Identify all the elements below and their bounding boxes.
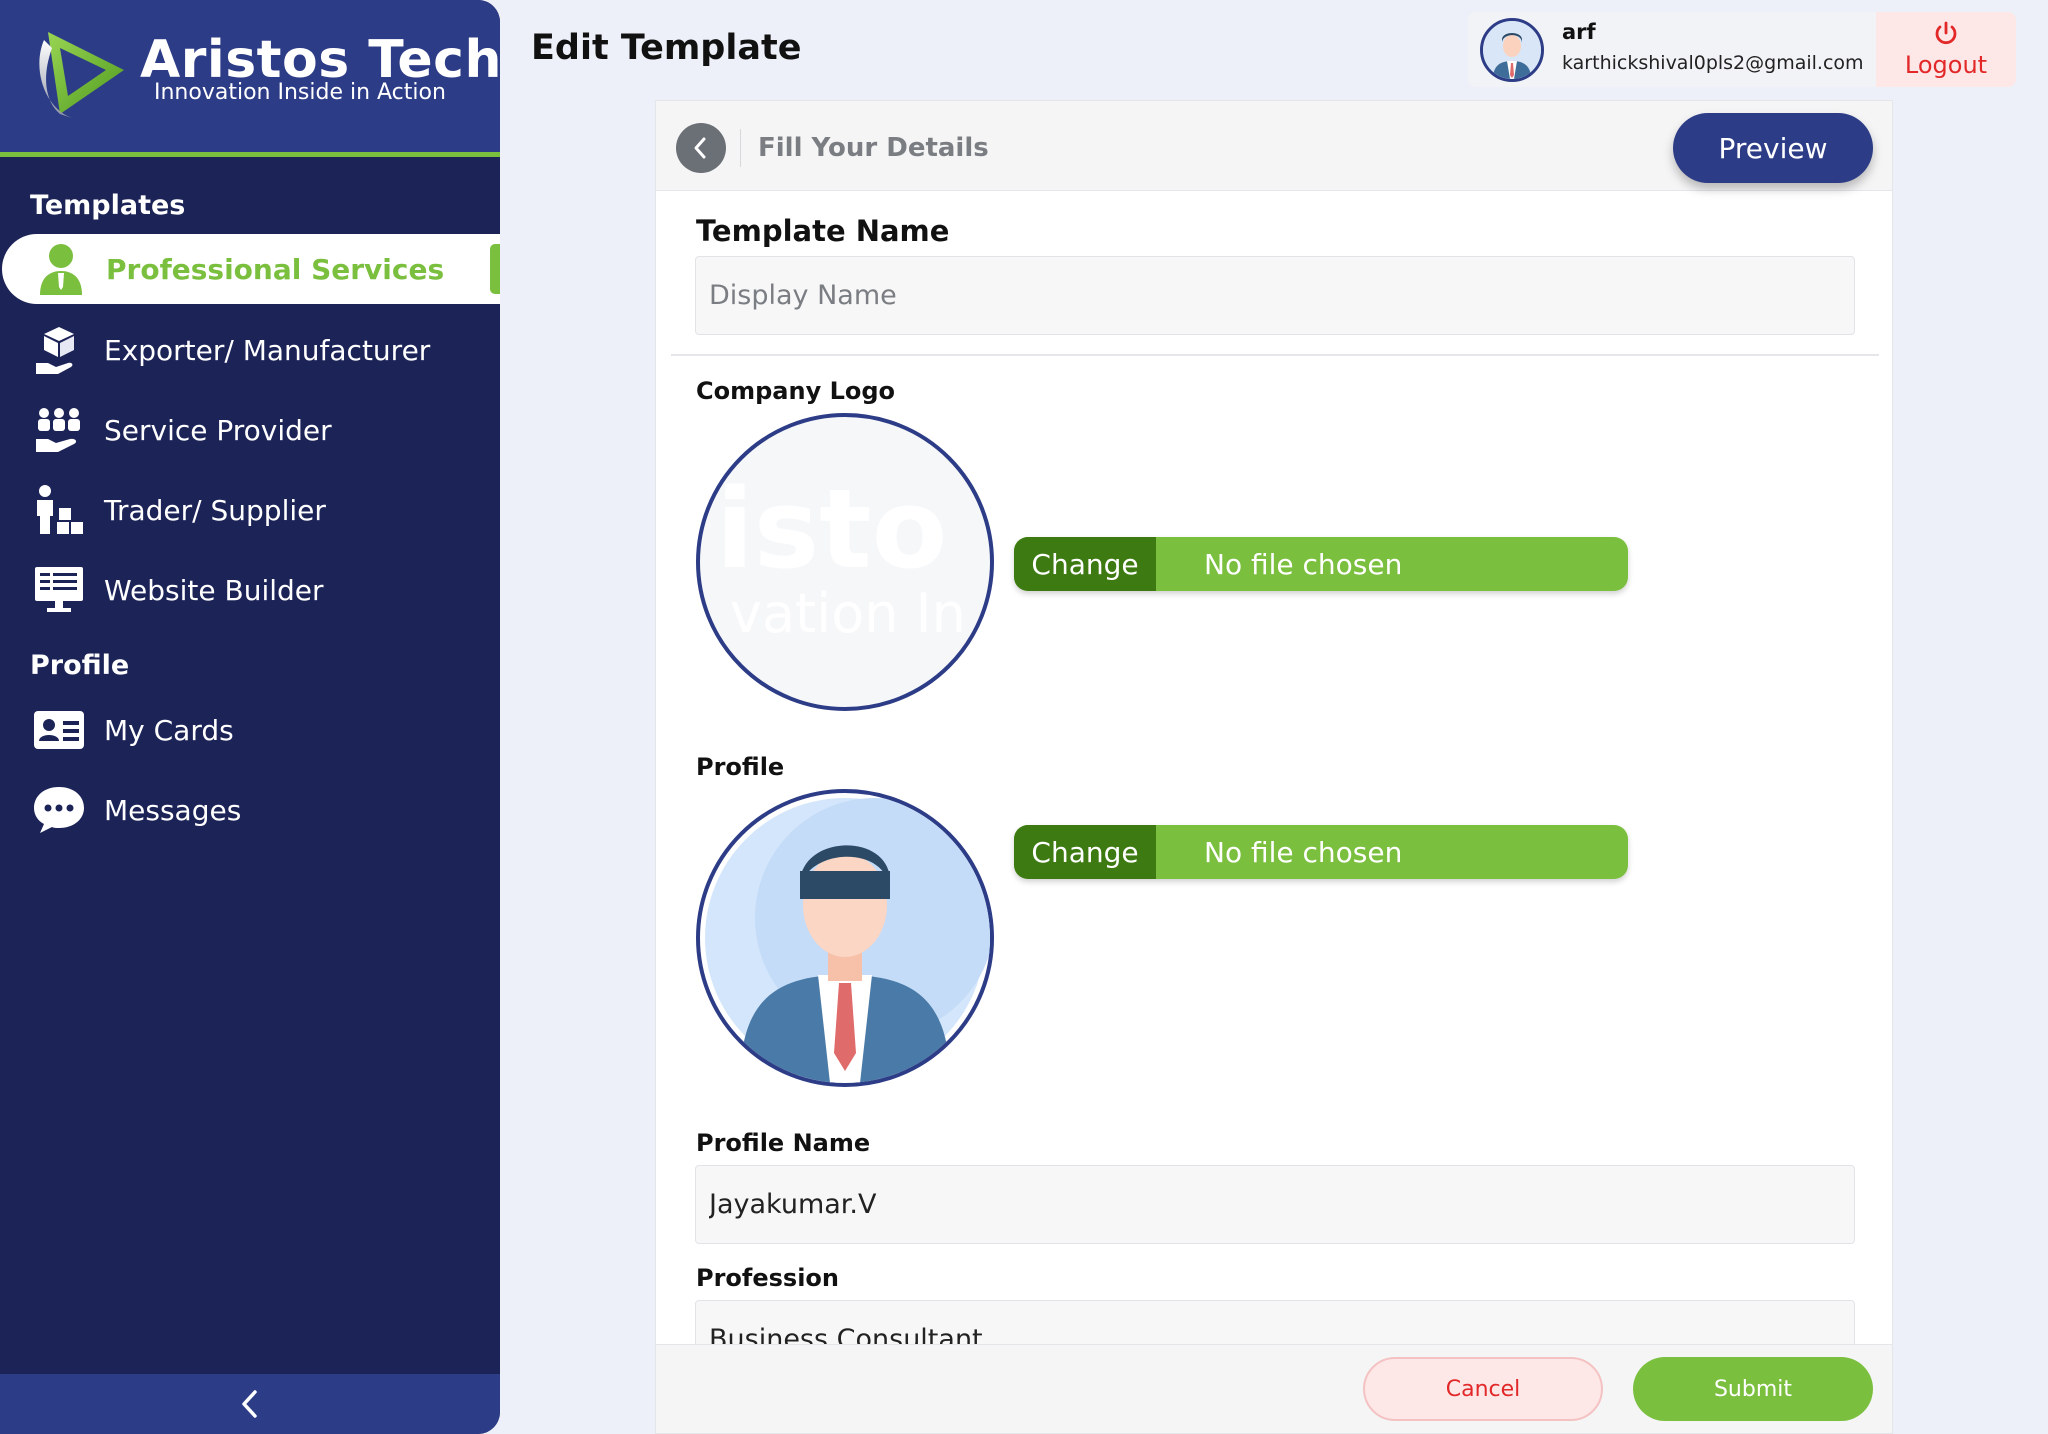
id-card-icon (30, 702, 88, 758)
sidebar-collapse-button[interactable] (0, 1374, 500, 1434)
sidebar-item-label: Website Builder (104, 573, 324, 607)
brand-header: Aristos Tech Innovation Inside in Action (0, 0, 500, 157)
change-file-button[interactable]: Change (1014, 537, 1156, 591)
preview-button[interactable]: Preview (1673, 113, 1873, 183)
user-panel: arf karthickshival0pls2@gmail.com Logout (1468, 12, 2016, 87)
file-status: No file chosen (1204, 547, 1403, 581)
change-file-button[interactable]: Change (1014, 825, 1156, 879)
avatar[interactable] (1480, 18, 1544, 82)
form-footer: Cancel Submit (656, 1344, 1892, 1433)
company-logo-file-input[interactable]: Change No file chosen (1014, 537, 1628, 591)
sidebar-item-trader-supplier[interactable]: Trader/ Supplier (0, 475, 500, 545)
user-email: karthickshival0pls2@gmail.com (1562, 52, 1864, 74)
template-name-label: Template Name (696, 214, 950, 248)
section-divider (671, 354, 1879, 356)
profession-label: Profession (696, 1264, 840, 1292)
file-status: No file chosen (1204, 835, 1403, 869)
sidebar-item-label: Messages (104, 793, 242, 827)
sidebar: Aristos Tech Innovation Inside in Action… (0, 0, 500, 1434)
logout-label: Logout (1904, 50, 1988, 79)
chevron-left-icon (694, 137, 706, 159)
template-name-input[interactable] (695, 256, 1855, 335)
sidebar-item-label: My Cards (104, 713, 234, 747)
sidebar-item-exporter-manufacturer[interactable]: Exporter/ Manufacturer (0, 315, 500, 385)
user-tie-icon (32, 241, 90, 297)
sidebar-item-messages[interactable]: Messages (0, 775, 500, 845)
boxes-hand-icon (30, 322, 88, 378)
cancel-button[interactable]: Cancel (1363, 1357, 1603, 1421)
card-header: Fill Your Details Preview (656, 101, 1892, 191)
company-logo-preview: isto vation In (696, 413, 994, 711)
sidebar-item-website-builder[interactable]: Website Builder (0, 555, 500, 625)
brand-tagline: Innovation Inside in Action (154, 80, 446, 105)
power-icon (1935, 21, 1957, 44)
profile-avatar-image (705, 798, 990, 1083)
chat-bubble-icon (30, 782, 88, 838)
logo-watermark-tagline: vation In (730, 582, 966, 645)
sidebar-item-service-provider[interactable]: Service Provider (0, 395, 500, 465)
logout-button[interactable]: Logout (1876, 12, 2016, 87)
card-title: Fill Your Details (758, 133, 989, 163)
sidebar-item-label: Trader/ Supplier (104, 493, 326, 527)
profile-heading: Profile (30, 650, 130, 681)
templates-heading: Templates (30, 190, 186, 221)
profile-name-input[interactable] (695, 1165, 1855, 1244)
submit-button[interactable]: Submit (1633, 1357, 1873, 1421)
back-button[interactable] (676, 123, 726, 173)
chevron-left-icon (242, 1390, 257, 1418)
monitor-icon (30, 562, 88, 618)
people-hand-icon (30, 402, 88, 458)
profile-image-file-input[interactable]: Change No file chosen (1014, 825, 1628, 879)
user-name: arf (1562, 20, 1596, 44)
brand-logo-icon (39, 32, 124, 118)
active-indicator (490, 244, 500, 294)
profile-image-preview (696, 789, 994, 1087)
trader-boxes-icon (30, 482, 88, 538)
company-logo-label: Company Logo (696, 377, 896, 405)
sidebar-item-label: Service Provider (104, 413, 332, 447)
sidebar-item-professional-services[interactable]: Professional Services (2, 234, 500, 304)
profile-name-label: Profile Name (696, 1129, 871, 1157)
sidebar-item-my-cards[interactable]: My Cards (0, 695, 500, 765)
page-title: Edit Template (531, 28, 802, 68)
logo-watermark: isto (716, 465, 948, 593)
sidebar-item-label: Exporter/ Manufacturer (104, 333, 431, 367)
header-divider (740, 129, 741, 167)
profile-label: Profile (696, 753, 785, 781)
sidebar-item-label: Professional Services (106, 252, 445, 286)
template-form-card: Fill Your Details Preview Template Name … (655, 100, 1893, 1434)
